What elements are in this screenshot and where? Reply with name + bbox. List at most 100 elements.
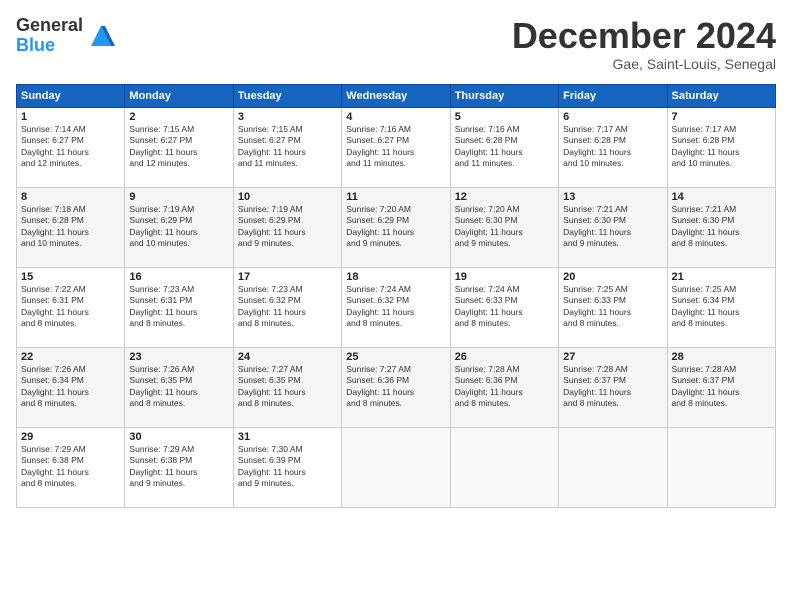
header-friday: Friday <box>559 84 667 107</box>
day-number: 15 <box>21 271 120 283</box>
table-row: 15Sunrise: 7:22 AMSunset: 6:31 PMDayligh… <box>17 267 125 347</box>
table-row: 30Sunrise: 7:29 AMSunset: 6:38 PMDayligh… <box>125 427 233 507</box>
day-info: Sunrise: 7:17 AMSunset: 6:28 PMDaylight:… <box>563 124 662 170</box>
day-number: 24 <box>238 351 337 363</box>
day-info: Sunrise: 7:25 AMSunset: 6:34 PMDaylight:… <box>672 284 771 330</box>
header-monday: Monday <box>125 84 233 107</box>
day-number: 11 <box>346 191 445 203</box>
day-number: 4 <box>346 111 445 123</box>
table-row <box>667 427 775 507</box>
day-number: 8 <box>21 191 120 203</box>
day-info: Sunrise: 7:26 AMSunset: 6:35 PMDaylight:… <box>129 364 228 410</box>
table-row: 14Sunrise: 7:21 AMSunset: 6:30 PMDayligh… <box>667 187 775 267</box>
day-info: Sunrise: 7:29 AMSunset: 6:38 PMDaylight:… <box>129 444 228 490</box>
table-row: 31Sunrise: 7:30 AMSunset: 6:39 PMDayligh… <box>233 427 341 507</box>
table-row: 3Sunrise: 7:15 AMSunset: 6:27 PMDaylight… <box>233 107 341 187</box>
page-header: General Blue December 2024 Gae, Saint-Lo… <box>16 16 776 72</box>
day-number: 25 <box>346 351 445 363</box>
day-number: 22 <box>21 351 120 363</box>
day-number: 2 <box>129 111 228 123</box>
table-row: 21Sunrise: 7:25 AMSunset: 6:34 PMDayligh… <box>667 267 775 347</box>
day-number: 13 <box>563 191 662 203</box>
table-row: 7Sunrise: 7:17 AMSunset: 6:28 PMDaylight… <box>667 107 775 187</box>
table-row: 4Sunrise: 7:16 AMSunset: 6:27 PMDaylight… <box>342 107 450 187</box>
day-info: Sunrise: 7:20 AMSunset: 6:30 PMDaylight:… <box>455 204 554 250</box>
calendar-week-row: 1Sunrise: 7:14 AMSunset: 6:27 PMDaylight… <box>17 107 776 187</box>
table-row: 16Sunrise: 7:23 AMSunset: 6:31 PMDayligh… <box>125 267 233 347</box>
table-row: 5Sunrise: 7:16 AMSunset: 6:28 PMDaylight… <box>450 107 558 187</box>
day-info: Sunrise: 7:24 AMSunset: 6:32 PMDaylight:… <box>346 284 445 330</box>
month-title: December 2024 <box>512 16 776 56</box>
day-info: Sunrise: 7:20 AMSunset: 6:29 PMDaylight:… <box>346 204 445 250</box>
day-info: Sunrise: 7:21 AMSunset: 6:30 PMDaylight:… <box>563 204 662 250</box>
calendar-week-row: 22Sunrise: 7:26 AMSunset: 6:34 PMDayligh… <box>17 347 776 427</box>
table-row: 6Sunrise: 7:17 AMSunset: 6:28 PMDaylight… <box>559 107 667 187</box>
day-number: 28 <box>672 351 771 363</box>
day-info: Sunrise: 7:21 AMSunset: 6:30 PMDaylight:… <box>672 204 771 250</box>
calendar-week-row: 15Sunrise: 7:22 AMSunset: 6:31 PMDayligh… <box>17 267 776 347</box>
day-info: Sunrise: 7:15 AMSunset: 6:27 PMDaylight:… <box>129 124 228 170</box>
day-info: Sunrise: 7:29 AMSunset: 6:38 PMDaylight:… <box>21 444 120 490</box>
table-row: 22Sunrise: 7:26 AMSunset: 6:34 PMDayligh… <box>17 347 125 427</box>
day-info: Sunrise: 7:19 AMSunset: 6:29 PMDaylight:… <box>238 204 337 250</box>
day-number: 19 <box>455 271 554 283</box>
table-row: 24Sunrise: 7:27 AMSunset: 6:35 PMDayligh… <box>233 347 341 427</box>
table-row: 10Sunrise: 7:19 AMSunset: 6:29 PMDayligh… <box>233 187 341 267</box>
day-number: 7 <box>672 111 771 123</box>
table-row: 1Sunrise: 7:14 AMSunset: 6:27 PMDaylight… <box>17 107 125 187</box>
day-number: 14 <box>672 191 771 203</box>
day-info: Sunrise: 7:28 AMSunset: 6:37 PMDaylight:… <box>672 364 771 410</box>
day-number: 20 <box>563 271 662 283</box>
day-info: Sunrise: 7:23 AMSunset: 6:32 PMDaylight:… <box>238 284 337 330</box>
calendar-header-row: Sunday Monday Tuesday Wednesday Thursday… <box>17 84 776 107</box>
header-wednesday: Wednesday <box>342 84 450 107</box>
header-saturday: Saturday <box>667 84 775 107</box>
table-row <box>450 427 558 507</box>
table-row: 25Sunrise: 7:27 AMSunset: 6:36 PMDayligh… <box>342 347 450 427</box>
table-row: 19Sunrise: 7:24 AMSunset: 6:33 PMDayligh… <box>450 267 558 347</box>
day-number: 12 <box>455 191 554 203</box>
day-number: 30 <box>129 431 228 443</box>
table-row: 28Sunrise: 7:28 AMSunset: 6:37 PMDayligh… <box>667 347 775 427</box>
calendar-week-row: 8Sunrise: 7:18 AMSunset: 6:28 PMDaylight… <box>17 187 776 267</box>
day-number: 29 <box>21 431 120 443</box>
day-info: Sunrise: 7:14 AMSunset: 6:27 PMDaylight:… <box>21 124 120 170</box>
logo-general: General <box>16 16 83 36</box>
header-tuesday: Tuesday <box>233 84 341 107</box>
day-number: 9 <box>129 191 228 203</box>
header-sunday: Sunday <box>17 84 125 107</box>
day-info: Sunrise: 7:28 AMSunset: 6:36 PMDaylight:… <box>455 364 554 410</box>
header-thursday: Thursday <box>450 84 558 107</box>
calendar-week-row: 29Sunrise: 7:29 AMSunset: 6:38 PMDayligh… <box>17 427 776 507</box>
day-number: 23 <box>129 351 228 363</box>
day-number: 10 <box>238 191 337 203</box>
day-number: 1 <box>21 111 120 123</box>
logo-icon <box>87 22 115 50</box>
table-row: 11Sunrise: 7:20 AMSunset: 6:29 PMDayligh… <box>342 187 450 267</box>
day-info: Sunrise: 7:18 AMSunset: 6:28 PMDaylight:… <box>21 204 120 250</box>
day-info: Sunrise: 7:15 AMSunset: 6:27 PMDaylight:… <box>238 124 337 170</box>
logo-blue: Blue <box>16 36 83 56</box>
day-info: Sunrise: 7:16 AMSunset: 6:28 PMDaylight:… <box>455 124 554 170</box>
logo: General Blue <box>16 16 115 56</box>
day-info: Sunrise: 7:30 AMSunset: 6:39 PMDaylight:… <box>238 444 337 490</box>
table-row <box>342 427 450 507</box>
day-number: 27 <box>563 351 662 363</box>
table-row: 8Sunrise: 7:18 AMSunset: 6:28 PMDaylight… <box>17 187 125 267</box>
day-info: Sunrise: 7:25 AMSunset: 6:33 PMDaylight:… <box>563 284 662 330</box>
table-row: 13Sunrise: 7:21 AMSunset: 6:30 PMDayligh… <box>559 187 667 267</box>
table-row: 26Sunrise: 7:28 AMSunset: 6:36 PMDayligh… <box>450 347 558 427</box>
table-row: 17Sunrise: 7:23 AMSunset: 6:32 PMDayligh… <box>233 267 341 347</box>
day-number: 21 <box>672 271 771 283</box>
day-info: Sunrise: 7:22 AMSunset: 6:31 PMDaylight:… <box>21 284 120 330</box>
table-row: 18Sunrise: 7:24 AMSunset: 6:32 PMDayligh… <box>342 267 450 347</box>
calendar-table: Sunday Monday Tuesday Wednesday Thursday… <box>16 84 776 508</box>
day-number: 17 <box>238 271 337 283</box>
day-info: Sunrise: 7:27 AMSunset: 6:36 PMDaylight:… <box>346 364 445 410</box>
day-info: Sunrise: 7:24 AMSunset: 6:33 PMDaylight:… <box>455 284 554 330</box>
location: Gae, Saint-Louis, Senegal <box>512 56 776 72</box>
table-row: 29Sunrise: 7:29 AMSunset: 6:38 PMDayligh… <box>17 427 125 507</box>
table-row: 12Sunrise: 7:20 AMSunset: 6:30 PMDayligh… <box>450 187 558 267</box>
day-info: Sunrise: 7:28 AMSunset: 6:37 PMDaylight:… <box>563 364 662 410</box>
day-number: 18 <box>346 271 445 283</box>
